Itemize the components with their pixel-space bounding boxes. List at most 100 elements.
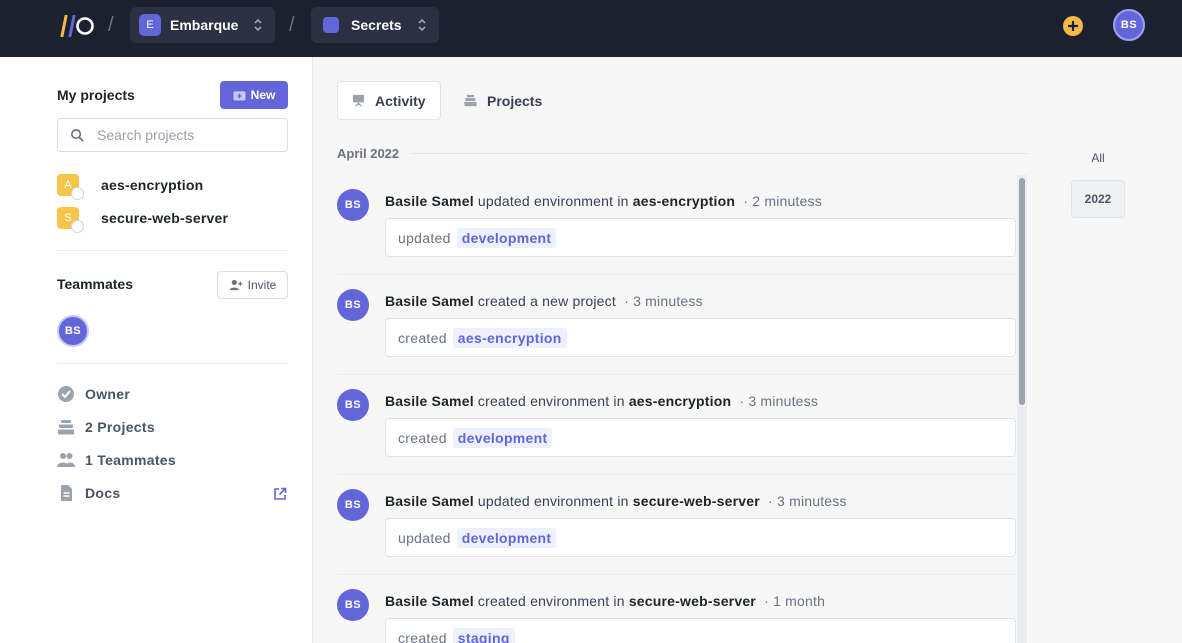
activity-verb: created (398, 429, 447, 446)
breadcrumb-separator: / (289, 14, 295, 36)
activity-user[interactable]: Basile Samel (385, 593, 474, 609)
top-bar: / E Embarque / Secrets BS (0, 0, 1182, 57)
my-projects-title: My projects (57, 87, 135, 103)
project-icon: A (57, 174, 84, 200)
activity-user[interactable]: Basile Samel (385, 493, 474, 509)
environment-tag[interactable]: development (452, 427, 553, 448)
invite-label: Invite (247, 278, 277, 292)
activity-item: BS Basile Samel updated environment in a… (337, 175, 1016, 275)
docs-label: Docs (85, 485, 121, 501)
activity-header: Basile Samel updated environment in aes-… (385, 193, 822, 209)
environment-tag[interactable]: staging (452, 627, 515, 643)
divider (57, 363, 288, 364)
activity-avatar[interactable]: BS (337, 189, 369, 221)
app-logo[interactable] (57, 15, 95, 37)
project-initial: S (64, 212, 72, 224)
document-icon (61, 485, 72, 501)
user-plus-icon (229, 279, 243, 291)
project-item-secure-web-server[interactable]: S secure-web-server (57, 206, 228, 233)
activity-avatar[interactable]: BS (337, 389, 369, 421)
teammate-avatar[interactable]: BS (57, 315, 89, 347)
month-divider (411, 153, 1028, 154)
docs-link[interactable]: Docs (57, 483, 120, 503)
key-icon (71, 220, 84, 233)
folder-plus-icon (233, 90, 246, 101)
activity-user[interactable]: Basile Samel (385, 393, 474, 409)
activity-detail: created development (385, 418, 1016, 457)
org-badge: E (139, 14, 161, 36)
section-switcher[interactable]: Secrets (311, 7, 439, 43)
activity-time: 1 month (773, 593, 826, 609)
presentation-icon (352, 94, 365, 107)
breadcrumb-separator: / (108, 14, 114, 36)
stack-icon (464, 94, 477, 107)
role-item: Owner (57, 384, 130, 404)
activity-verb: created (398, 329, 447, 346)
invite-button[interactable]: Invite (217, 271, 288, 299)
new-project-button[interactable]: New (220, 81, 288, 109)
scrollbar-thumb[interactable] (1019, 178, 1025, 405)
month-heading: April 2022 (337, 146, 400, 161)
projects-count-label: 2 Projects (85, 419, 155, 435)
tab-activity[interactable]: Activity (337, 81, 441, 120)
section-color-icon (323, 17, 339, 33)
year-filter-all[interactable]: All (1071, 151, 1125, 165)
search-placeholder: Search projects (97, 127, 195, 143)
activity-action: created environment in (477, 593, 625, 609)
activity-header: Basile Samel created a new project · 3 m… (385, 293, 703, 309)
project-initial: A (64, 179, 72, 191)
activity-verb: updated (398, 229, 451, 246)
activity-action: updated environment in (477, 193, 629, 209)
org-switcher[interactable]: E Embarque (130, 7, 275, 43)
check-badge-icon (58, 386, 74, 402)
chevron-up-down-icon (254, 18, 262, 32)
chevron-up-down-icon (418, 18, 426, 32)
environment-tag[interactable]: development (456, 527, 557, 548)
project-item-aes-encryption[interactable]: A aes-encryption (57, 173, 204, 200)
activity-target[interactable]: aes-encryption (629, 393, 731, 409)
activity-user[interactable]: Basile Samel (385, 293, 474, 309)
project-name: aes-encryption (101, 177, 204, 193)
activity-item: BS Basile Samel created a new project · … (337, 275, 1016, 375)
activity-detail: created staging (385, 618, 1016, 643)
activity-detail: updated development (385, 218, 1016, 257)
search-projects-input[interactable]: Search projects (57, 118, 288, 152)
users-icon (57, 453, 75, 467)
add-button[interactable] (1063, 16, 1083, 36)
activity-target[interactable]: secure-web-server (629, 593, 756, 609)
activity-action: updated environment in (477, 493, 629, 509)
feed-scrollbar[interactable] (1017, 175, 1027, 643)
project-tag[interactable]: aes-encryption (452, 327, 567, 348)
activity-verb: created (398, 629, 447, 643)
activity-avatar[interactable]: BS (337, 289, 369, 321)
project-icon: S (57, 207, 84, 233)
activity-time: 2 minutess (752, 193, 822, 209)
activity-item: BS Basile Samel updated environment in s… (337, 475, 1016, 575)
activity-detail: updated development (385, 518, 1016, 557)
key-icon (71, 187, 84, 200)
year-filter-2022[interactable]: 2022 (1071, 180, 1125, 218)
tab-projects[interactable]: Projects (450, 81, 556, 120)
activity-header: Basile Samel updated environment in secu… (385, 493, 847, 509)
activity-user[interactable]: Basile Samel (385, 193, 474, 209)
activity-header: Basile Samel created environment in aes-… (385, 393, 819, 409)
teammates-count-item: 1 Teammates (57, 450, 176, 470)
activity-avatar[interactable]: BS (337, 589, 369, 621)
environment-tag[interactable]: development (456, 227, 557, 248)
search-icon (71, 128, 84, 142)
teammates-title: Teammates (57, 276, 134, 292)
activity-time: 3 minutess (777, 493, 847, 509)
external-link-icon[interactable] (273, 487, 287, 501)
activity-avatar[interactable]: BS (337, 489, 369, 521)
activity-time: 3 minutess (633, 293, 703, 309)
activity-time: 3 minutess (748, 393, 819, 409)
activity-target[interactable]: secure-web-server (633, 493, 760, 509)
activity-item: BS Basile Samel created environment in s… (337, 575, 1016, 643)
activity-feed[interactable]: BS Basile Samel updated environment in a… (337, 175, 1027, 643)
org-name: Embarque (170, 17, 239, 33)
tab-projects-label: Projects (487, 92, 543, 109)
user-avatar[interactable]: BS (1113, 9, 1145, 41)
section-name: Secrets (351, 17, 402, 33)
activity-target[interactable]: aes-encryption (633, 193, 735, 209)
activity-action: created a new project (477, 293, 616, 309)
